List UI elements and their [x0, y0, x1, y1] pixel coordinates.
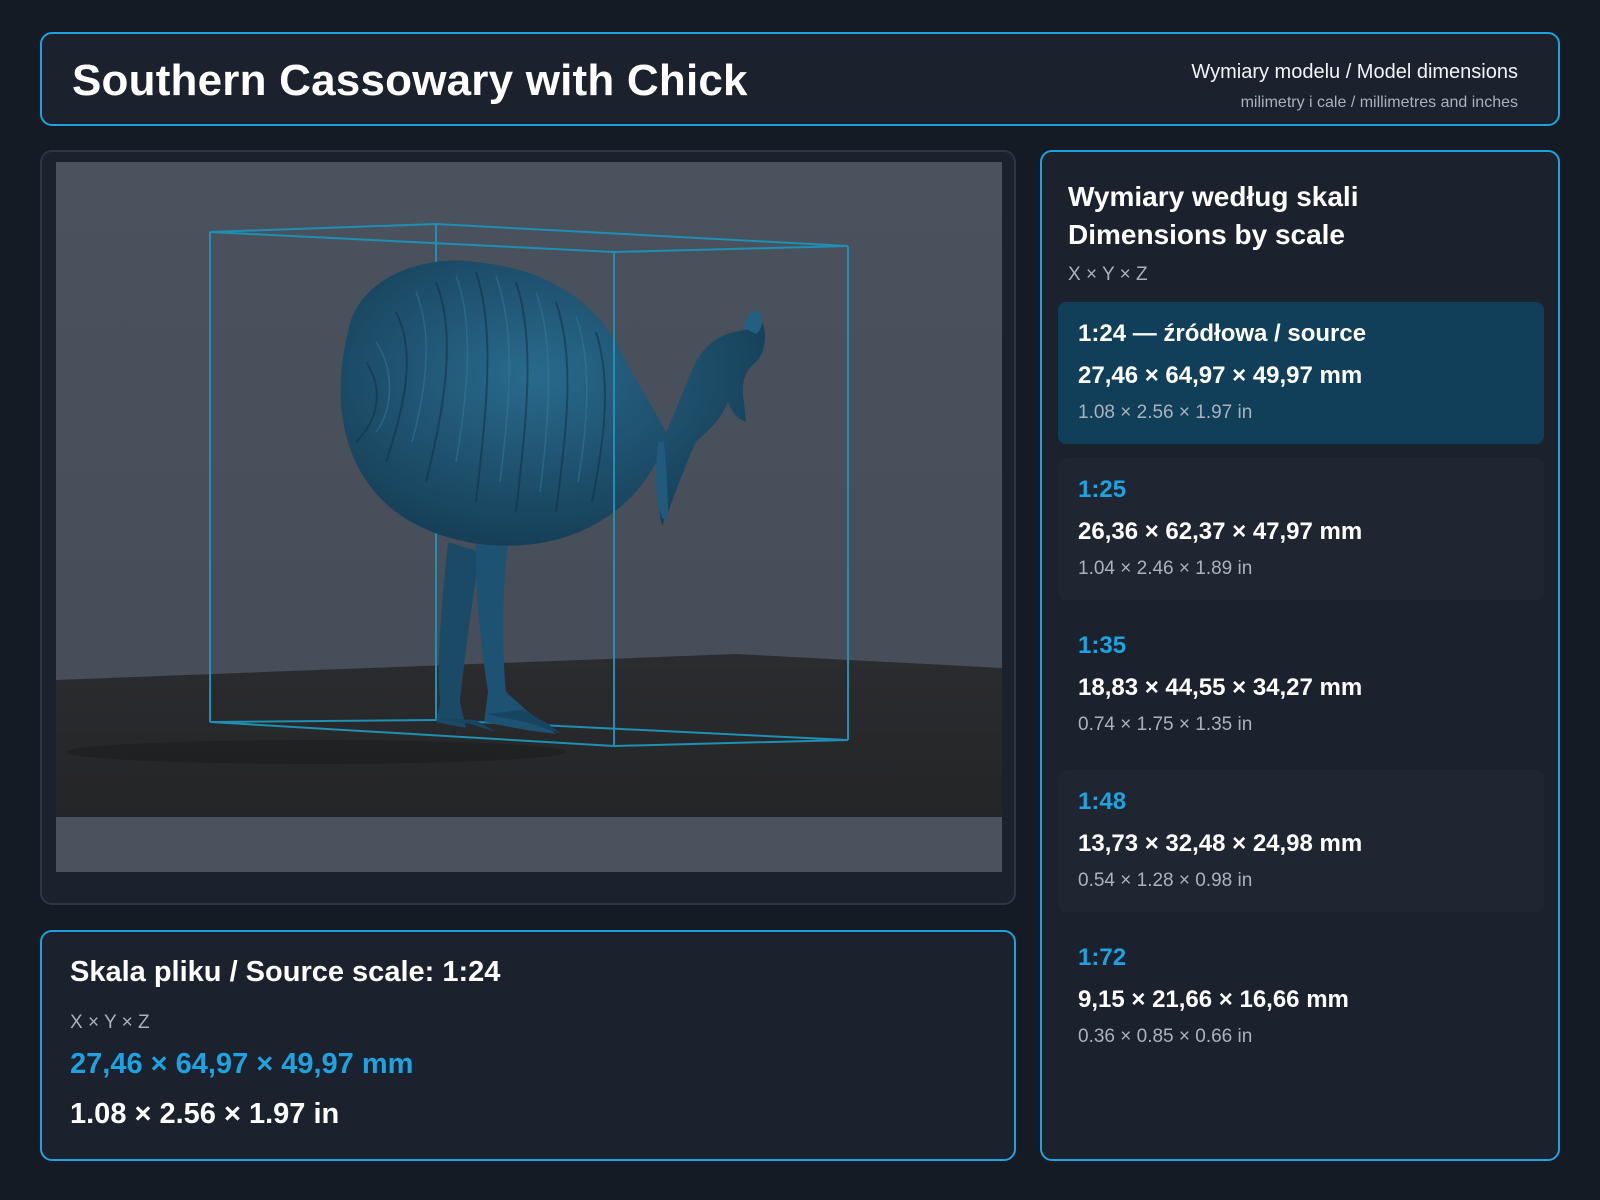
scale-card-1-48[interactable]: 1:48 13,73 × 32,48 × 24,98 mm 0.54 × 1.2…: [1058, 770, 1544, 912]
scale-dimensions-mm: 9,15 × 21,66 × 16,66 mm: [1078, 986, 1349, 1013]
scales-heading-en: Dimensions by scale: [1068, 219, 1346, 250]
scales-heading-pl: Wymiary według skali: [1068, 181, 1359, 212]
scale-label: 1:72: [1078, 944, 1127, 971]
source-dimensions-inch: 1.08 × 2.56 × 1.97 in: [70, 1098, 340, 1130]
source-scale-heading: Skala pliku / Source scale: 1:24: [70, 956, 501, 988]
header-bar: Southern Cassowary with Chick Wymiary mo…: [40, 32, 1560, 126]
backdrop-bottom: [56, 817, 1002, 872]
scale-dimensions-mm: 13,73 × 32,48 × 24,98 mm: [1078, 830, 1363, 857]
model-viewport[interactable]: [56, 162, 1002, 872]
model-render: [56, 162, 1002, 872]
scale-label: 1:24 — źródłowa / source: [1078, 320, 1367, 347]
scale-dimensions-inch: 0.74 × 1.75 × 1.35 in: [1078, 714, 1253, 735]
scale-card-1-25[interactable]: 1:25 26,36 × 62,37 × 47,97 mm 1.04 × 2.4…: [1058, 458, 1544, 600]
scale-label: 1:35: [1078, 632, 1127, 659]
scales-axes-label: X × Y × Z: [1068, 264, 1148, 285]
scales-panel: Wymiary według skali Dimensions by scale…: [1040, 150, 1560, 1161]
scale-dimensions-inch: 0.36 × 0.85 × 0.66 in: [1078, 1026, 1253, 1047]
scale-card-1-35[interactable]: 1:35 18,83 × 44,55 × 34,27 mm 0.74 × 1.7…: [1058, 614, 1544, 756]
scale-dimensions-inch: 1.08 × 2.56 × 1.97 in: [1078, 402, 1253, 423]
page-title: Southern Cassowary with Chick: [72, 56, 748, 105]
scale-label: 1:25: [1078, 476, 1127, 503]
scale-label: 1:48: [1078, 788, 1127, 815]
scale-dimensions-inch: 1.04 × 2.46 × 1.89 in: [1078, 558, 1253, 579]
source-dimensions-mm: 27,46 × 64,97 × 49,97 mm: [70, 1048, 414, 1080]
scale-card-1-72[interactable]: 1:72 9,15 × 21,66 × 16,66 mm 0.36 × 0.85…: [1058, 926, 1544, 1068]
model-viewport-panel: [40, 150, 1016, 905]
scale-dimensions-inch: 0.54 × 1.28 × 0.98 in: [1078, 870, 1253, 891]
scale-dimensions-mm: 27,46 × 64,97 × 49,97 mm: [1078, 362, 1363, 389]
source-scale-panel: Skala pliku / Source scale: 1:24 X × Y ×…: [40, 930, 1016, 1161]
header-units-note: milimetry i cale / millimetres and inche…: [1240, 94, 1518, 111]
floor-plane: [56, 654, 1002, 817]
model-shadow: [66, 740, 566, 764]
header-subtitle: Wymiary modelu / Model dimensions: [1191, 61, 1518, 83]
scale-card-1-24[interactable]: 1:24 — źródłowa / source 27,46 × 64,97 ×…: [1058, 302, 1544, 444]
scale-dimensions-mm: 26,36 × 62,37 × 47,97 mm: [1078, 518, 1363, 545]
scales-heading: Wymiary według skali Dimensions by scale: [1068, 178, 1359, 254]
source-axes-label: X × Y × Z: [70, 1012, 150, 1033]
scale-dimensions-mm: 18,83 × 44,55 × 34,27 mm: [1078, 674, 1363, 701]
